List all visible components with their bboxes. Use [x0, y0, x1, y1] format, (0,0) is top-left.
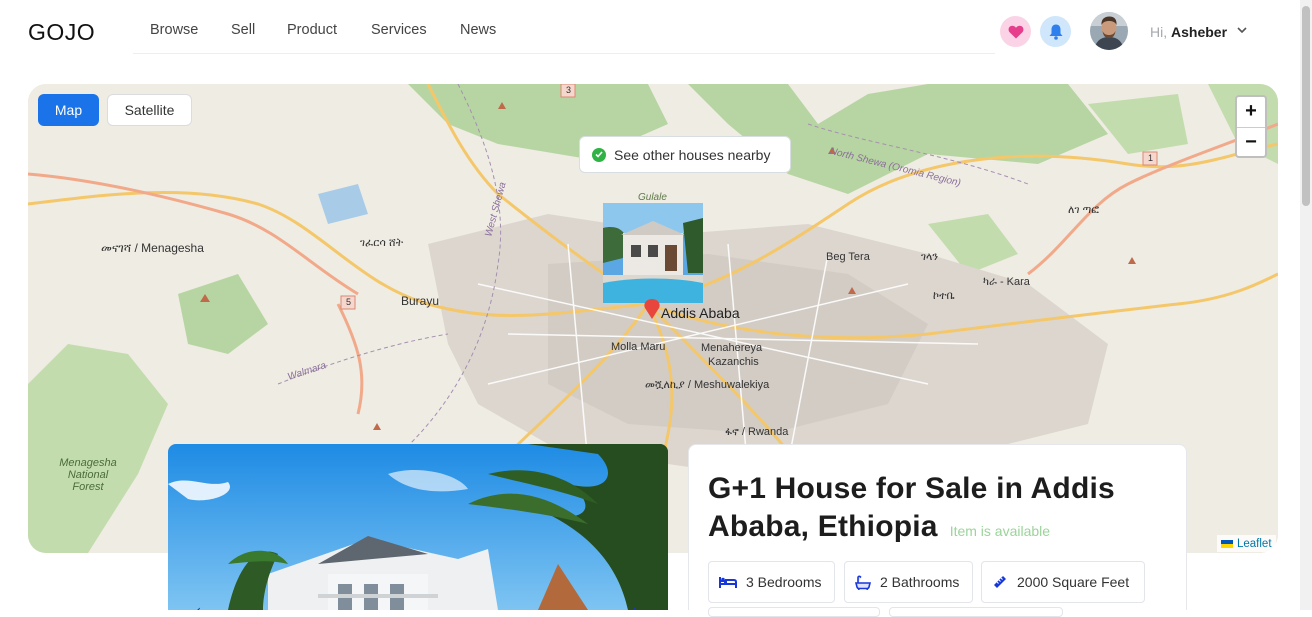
zoom-control: + −	[1235, 95, 1267, 158]
notifications-button[interactable]	[1040, 16, 1071, 47]
nav-sell[interactable]: Sell	[231, 22, 255, 38]
zoom-out-button[interactable]: −	[1237, 128, 1265, 158]
map-attribution[interactable]: Leaflet	[1217, 535, 1276, 552]
check-circle-icon	[592, 147, 606, 162]
nav-product[interactable]: Product	[287, 22, 337, 38]
listing-title-text: G+1 House for Sale in Addis Ababa, Ethio…	[708, 472, 1115, 543]
logo[interactable]: GOJO	[28, 19, 95, 46]
bed-icon	[719, 577, 737, 588]
user-greeting[interactable]: Hi, Asheber	[1150, 24, 1227, 40]
listing-photo[interactable]: ← →	[168, 444, 668, 610]
main-nav: Browse Sell Product Services News	[133, 0, 995, 54]
see-nearby-button[interactable]: See other houses nearby	[579, 136, 791, 173]
map-place-label: ለገ ጣፎ	[1068, 204, 1099, 216]
prev-photo-arrow-icon[interactable]: ←	[192, 594, 214, 610]
map-place-label: Kazanchis	[708, 356, 759, 368]
feature-chip-partial	[889, 607, 1063, 617]
heart-icon	[1008, 25, 1023, 38]
map-place-label: Menahereya	[701, 342, 763, 354]
chevron-down-icon[interactable]	[1237, 27, 1247, 34]
page-scrollbar-thumb[interactable]	[1302, 6, 1310, 206]
map-place-label: Burayu	[401, 294, 440, 308]
feature-bathrooms: 2 Bathrooms	[844, 561, 973, 603]
ruler-icon	[994, 576, 1006, 588]
nav-browse[interactable]: Browse	[150, 22, 198, 38]
map-place-label: መናገሻ / Menagesha	[101, 241, 204, 255]
bath-icon	[855, 575, 871, 590]
area-label: 2000 Square Feet	[1017, 574, 1130, 590]
listing-title: G+1 House for Sale in Addis Ababa, Ethio…	[708, 470, 1148, 550]
map-place-label: Beg Tera	[826, 251, 870, 263]
attribution-label: Leaflet	[1237, 537, 1272, 550]
ukraine-flag-icon	[1221, 539, 1233, 548]
map-type-map-button[interactable]: Map	[38, 94, 99, 126]
zoom-in-button[interactable]: +	[1237, 97, 1265, 127]
map-city-label: Addis Ababa	[661, 305, 740, 321]
bedrooms-label: 3 Bedrooms	[746, 574, 822, 590]
route-number: 1	[1148, 153, 1154, 163]
top-navbar: GOJO Browse Sell Product Services News H…	[0, 0, 1312, 64]
house-thumbnail-marker[interactable]	[603, 203, 703, 303]
nav-news[interactable]: News	[460, 22, 496, 38]
map-place-label: ካራ - Kara	[983, 276, 1030, 288]
map-place-label: መሿለኪያ / Meshuwalekiya	[645, 379, 770, 391]
map-pin-icon[interactable]	[643, 298, 661, 320]
avatar[interactable]	[1090, 12, 1128, 50]
map-type-satellite-button[interactable]: Satellite	[107, 94, 192, 126]
favorites-button[interactable]	[1000, 16, 1031, 47]
availability-status: Item is available	[949, 523, 1051, 539]
map-place-label: ገፈርሳ ሸት	[360, 237, 404, 249]
route-number: 5	[346, 297, 352, 307]
map-place-label: ገላን	[921, 251, 939, 263]
next-photo-arrow-icon[interactable]: →	[620, 594, 642, 610]
map-place-label: Molla Maru	[611, 341, 666, 353]
map-place-label: ፋኖ / Rwanda	[725, 426, 789, 438]
user-name: Asheber	[1171, 24, 1228, 40]
map-place-label: Gulale	[638, 192, 667, 203]
feature-area: 2000 Square Feet	[981, 561, 1145, 603]
bell-icon	[1049, 24, 1062, 40]
map-place-label: Menagesha National Forest	[59, 457, 117, 493]
feature-chip-partial	[708, 607, 880, 617]
nav-services[interactable]: Services	[371, 22, 427, 38]
feature-bedrooms: 3 Bedrooms	[708, 561, 835, 603]
route-number: 3	[566, 85, 572, 95]
bathrooms-label: 2 Bathrooms	[880, 574, 960, 590]
see-nearby-label: See other houses nearby	[614, 146, 771, 163]
map-place-label: ኮተቤ	[933, 290, 955, 302]
greeting-prefix: Hi,	[1150, 24, 1168, 40]
